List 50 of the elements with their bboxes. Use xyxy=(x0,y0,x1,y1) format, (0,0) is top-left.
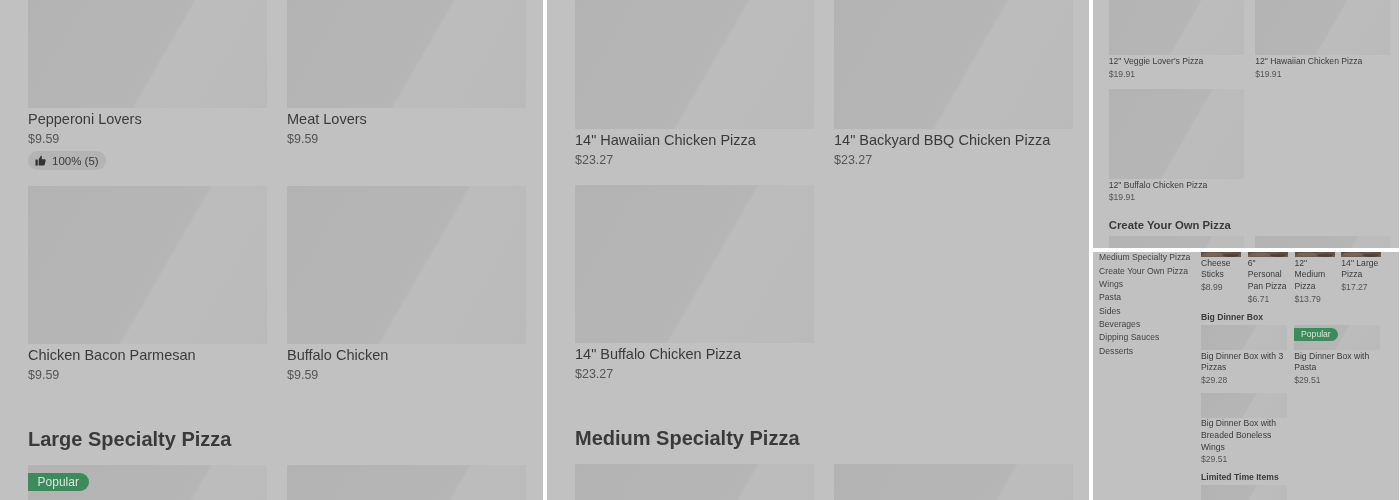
item-name: 12" Buffalo Chicken Pizza xyxy=(1108,179,1209,192)
item-price: $23.27 xyxy=(575,365,615,383)
category-link[interactable]: Beverages xyxy=(1099,320,1201,330)
item-name: 6" Personal Pan Pizza xyxy=(1247,257,1288,293)
category-link[interactable]: Pasta xyxy=(1099,293,1201,304)
item-name: 14" Large Pizza xyxy=(1341,257,1380,281)
item-name: Buffalo Chicken xyxy=(287,346,390,366)
section-heading: Big Dinner Box xyxy=(1201,310,1265,323)
popular-badge: Popular xyxy=(1294,327,1338,341)
category-link[interactable]: Dipping Sauces xyxy=(1099,333,1201,344)
category-link[interactable]: Wings xyxy=(1099,280,1201,290)
category-link[interactable]: Create Your Own Pizza xyxy=(1099,266,1201,277)
item-name: Chicken Bacon Parmesan xyxy=(28,346,197,366)
item-name: Cheese Sticks xyxy=(1201,257,1232,281)
section-heading: Medium Specialty Pizza xyxy=(575,425,801,451)
item-price: $19.91 xyxy=(1108,67,1137,81)
section-heading: Large Specialty Pizza xyxy=(28,426,233,452)
item-name: Big Dinner Box with Pasta xyxy=(1294,350,1371,374)
item-name: Meat Lovers xyxy=(287,110,368,129)
item-name: 12" Medium Pizza xyxy=(1294,257,1327,293)
item-price: $9.59 xyxy=(28,366,61,384)
item-name: Big Dinner Box with Breaded Boneless Wings xyxy=(1201,418,1277,454)
item-price: $9.59 xyxy=(28,130,61,148)
item-price: $9.59 xyxy=(287,366,320,384)
item-name: 14" Hawaiian Chicken Pizza xyxy=(575,131,757,150)
item-price: $19.91 xyxy=(1255,67,1283,81)
item-price: $23.27 xyxy=(834,151,874,169)
item-name: Pepperoni Lovers xyxy=(28,110,143,129)
item-name: 14" Buffalo Chicken Pizza xyxy=(575,345,743,365)
item-price: $19.91 xyxy=(1108,191,1137,205)
item-price: $29.28 xyxy=(1201,373,1229,387)
item-price: $9.59 xyxy=(287,130,320,148)
category-link[interactable]: Medium Specialty Pizza xyxy=(1099,253,1201,264)
popular-badge: Popular xyxy=(28,472,89,492)
item-name: Big Dinner Box with 3 Pizzas xyxy=(1201,350,1285,374)
item-price: $6.71 xyxy=(1247,292,1271,306)
item-price: $13.79 xyxy=(1294,292,1322,306)
rating-chip: 100% (5) xyxy=(28,151,106,171)
category-link[interactable]: Sides xyxy=(1099,306,1201,317)
item-name: 14" Backyard BBQ Chicken Pizza xyxy=(834,131,1052,150)
category-link[interactable]: Desserts xyxy=(1099,346,1201,357)
item-price: $23.27 xyxy=(575,151,615,169)
item-price: $8.99 xyxy=(1201,280,1224,294)
section-heading: Limited Time Items xyxy=(1201,471,1280,484)
item-price: $29.51 xyxy=(1201,453,1229,467)
item-price: $17.27 xyxy=(1341,280,1369,294)
item-price: $29.51 xyxy=(1294,373,1322,387)
item-name: 12" Hawaiian Chicken Pizza xyxy=(1255,55,1364,68)
item-name: 12" Veggie Lover's Pizza xyxy=(1108,55,1205,68)
section-heading: Create Your Own Pizza xyxy=(1108,217,1232,233)
